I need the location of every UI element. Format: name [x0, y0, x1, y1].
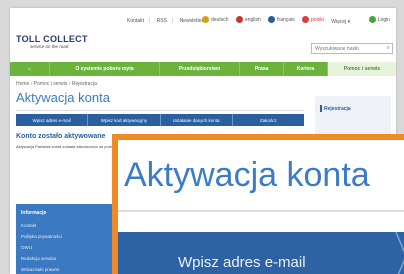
- step-finish: Zakończ: [259, 117, 277, 123]
- zoom-step-label: Wpisz adres e-mail: [178, 254, 306, 271]
- home-icon[interactable]: ⌂: [10, 62, 50, 76]
- sidebar-item-terms[interactable]: OWU: [21, 245, 32, 250]
- step-chevron-icon: [395, 232, 404, 274]
- separator: |: [171, 18, 174, 24]
- confirmation-text: Aktywacja Państwa konta została zakończo…: [16, 144, 118, 149]
- lang-de-label: deutsch: [211, 16, 229, 23]
- breadcrumb: Home › Pomoc i serwis › Rejestracja: [16, 81, 97, 87]
- login-link[interactable]: Login: [368, 16, 390, 23]
- login-label: Login: [377, 16, 390, 23]
- zoom-magnifier: Aktywacja konta Wpisz adres e-mail: [112, 134, 404, 274]
- newsletter-link[interactable]: Newsletter: [180, 18, 204, 24]
- nav-item-system[interactable]: O systemie poboru myta: [50, 62, 160, 76]
- step-email: Wpisz adres e-mail: [16, 114, 89, 126]
- info-sidebar: Informacje Kontakt Polityka prywatności …: [16, 204, 116, 274]
- flag-en-icon: [235, 16, 243, 23]
- search-input[interactable]: Wyszukiwane hasło ⌕: [311, 43, 393, 54]
- lang-fr-label: français: [277, 16, 295, 23]
- lang-pl[interactable]: polski: [302, 16, 324, 23]
- confirmation-heading: Konto zostało aktywowane: [16, 133, 106, 140]
- lang-en-label: english: [244, 16, 261, 23]
- divider: [16, 110, 304, 111]
- registration-link[interactable]: Rejestracja: [324, 106, 351, 112]
- nav-item-career[interactable]: Kariera: [284, 62, 328, 76]
- flag-pl-icon: [302, 16, 310, 23]
- lang-pl-label: polski: [311, 16, 324, 23]
- zoom-page-title: Aktywacja konta: [124, 156, 370, 194]
- top-utility-bar: Kontakt | RSS | Newsletter deutsch english…: [10, 8, 396, 32]
- sidebar-item-privacy[interactable]: Polityka prywatności: [21, 234, 62, 239]
- logo-name: TOLL COLLECT: [16, 34, 88, 44]
- flag-fr-icon: [268, 16, 276, 23]
- user-icon: [368, 16, 376, 23]
- zoom-step-email: Wpisz adres e-mail: [118, 232, 404, 274]
- lang-en[interactable]: english: [235, 16, 261, 23]
- utility-links: Kontakt | RSS | Newsletter: [127, 18, 208, 24]
- link-marker-icon: [320, 105, 322, 112]
- lang-fr[interactable]: français: [268, 16, 295, 23]
- language-selector: deutsch english français polski Więcej ▾: [202, 16, 356, 25]
- main-navigation: ⌂ O systemie poboru myta Przedsiębiorstw…: [10, 62, 396, 76]
- page-title: Aktywacja konta: [16, 90, 110, 105]
- nav-item-company[interactable]: Przedsiębiorstwo: [160, 62, 240, 76]
- contact-link[interactable]: Kontakt: [127, 18, 144, 24]
- side-box: Rejestracja: [315, 96, 391, 136]
- flag-de-icon: [202, 16, 209, 23]
- step-account-data: Ustalanie danych konta: [161, 114, 233, 126]
- logo-tagline: service on the road: [30, 44, 69, 49]
- sidebar-item-contact[interactable]: Kontakt: [21, 223, 36, 228]
- toll-collect-logo[interactable]: TOLL COLLECT service on the road: [16, 34, 88, 49]
- nav-item-press[interactable]: Prasa: [240, 62, 284, 76]
- search-placeholder: Wyszukiwane hasło: [315, 46, 359, 52]
- sidebar-item-editorial[interactable]: Redakcja serwisu: [21, 256, 56, 261]
- more-languages-dropdown[interactable]: Więcej ▾: [331, 19, 350, 25]
- lang-de[interactable]: deutsch: [202, 16, 229, 23]
- nav-item-help[interactable]: Pomoc i serwis: [328, 62, 396, 76]
- sidebar-heading: Informacje: [21, 210, 47, 216]
- zoom-divider: [118, 210, 404, 212]
- separator: |: [148, 18, 151, 24]
- step-activation-code: Wpisz kod aktywacyjny: [88, 114, 161, 126]
- search-icon[interactable]: ⌕: [387, 45, 390, 52]
- sidebar-item-legal[interactable]: Wskazówki prawne: [21, 267, 60, 272]
- progress-steps: Wpisz adres e-mail Wpisz kod aktywacyjny…: [16, 114, 304, 126]
- rss-link[interactable]: RSS: [157, 18, 167, 24]
